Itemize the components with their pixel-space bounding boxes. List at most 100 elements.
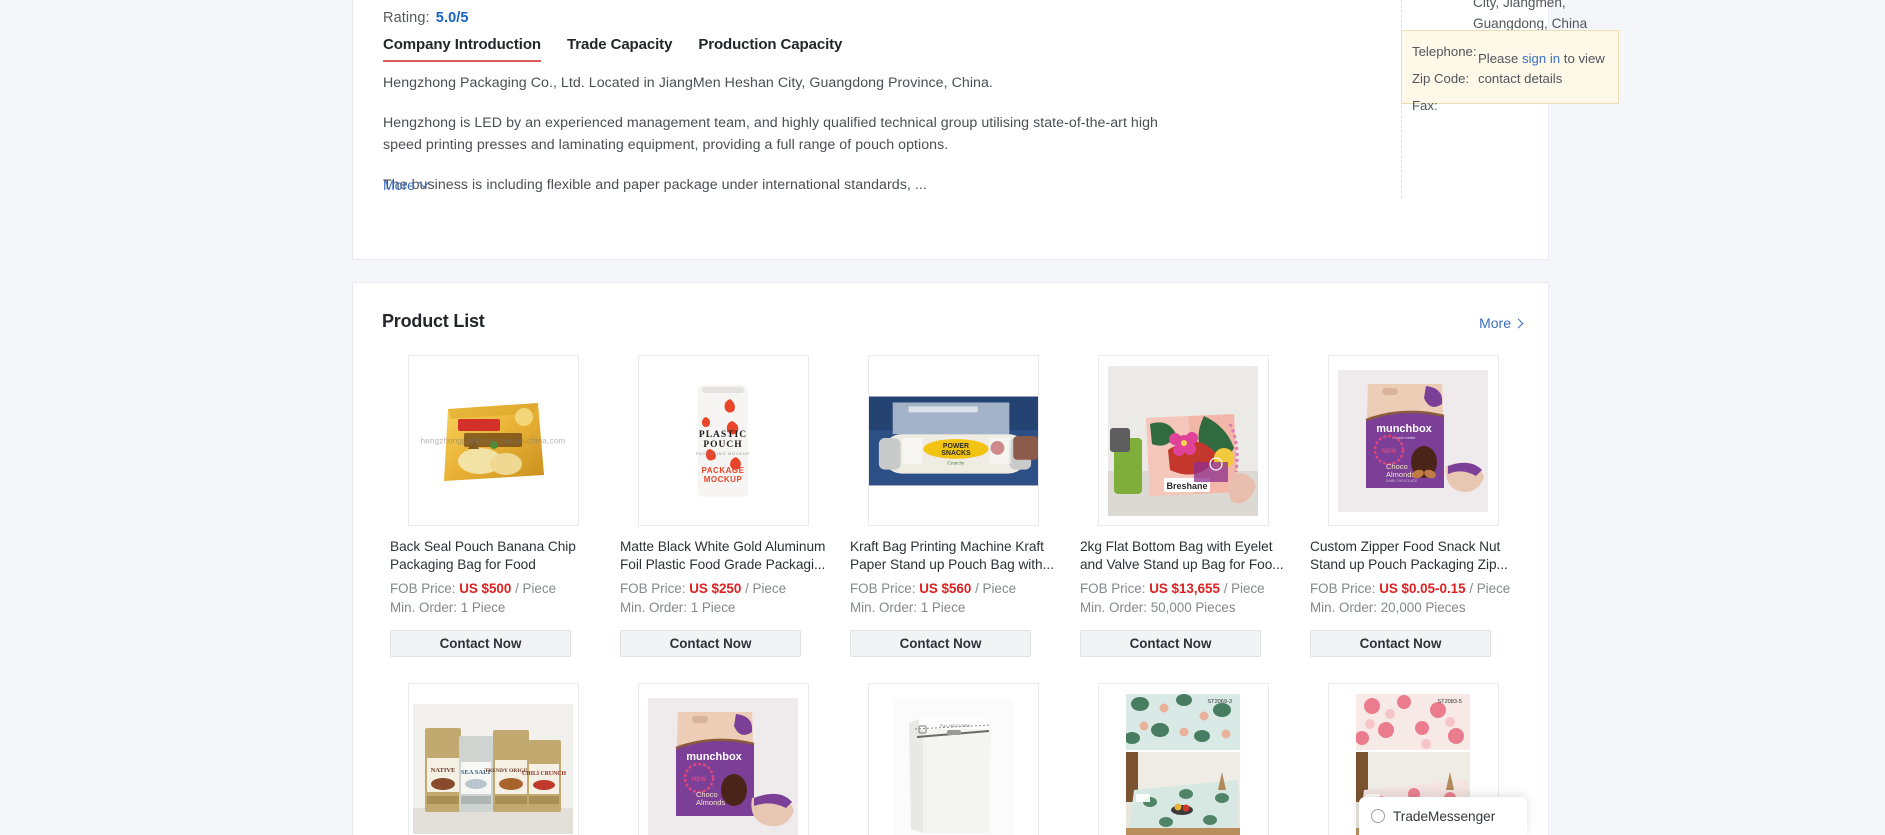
fax-label: Fax: (1412, 98, 1438, 113)
svg-text:ST2083-5: ST2083-5 (1437, 699, 1462, 705)
company-introduction-text: Hengzhong Packaging Co., Ltd. Located in… (383, 72, 1183, 196)
svg-text:Almonds: Almonds (696, 798, 725, 807)
price-unit-2: / Piece (745, 581, 787, 596)
contact-now-button-5[interactable]: Contact Now (1310, 630, 1491, 657)
intro-paragraph-1: Hengzhong Packaging Co., Ltd. Located in… (383, 75, 993, 91)
svg-text:CHILI CRUNCH: CHILI CRUNCH (522, 771, 566, 777)
intro-paragraph-2: Hengzhong is LED by an experienced manag… (383, 115, 1158, 153)
min-order-value-5: 20,000 Pieces (1380, 600, 1466, 615)
product-price-1: FOB Price: US $500 / Piece (390, 580, 596, 598)
product-card-3: POWER SNACKS Crunchy Kraft Bag Printing … (838, 355, 1068, 657)
product-image-6[interactable]: NATIVE SEA SALT TRENDY ORIGINAL CHILI CR… (407, 683, 579, 835)
min-order-label-4: Min. Order: (1080, 600, 1147, 615)
tablecloth-st2069-3-image: ST2069-3 (1099, 684, 1268, 835)
product-card-8: PULL TAB TO OPEN (838, 683, 1068, 835)
trade-messenger-label: TradeMessenger (1393, 808, 1496, 824)
price-value-3: US $560 (919, 581, 972, 596)
product-title-5[interactable]: Custom Zipper Food Snack Nut Stand up Po… (1310, 538, 1516, 573)
product-minorder-3: Min. Order: 1 Piece (850, 599, 1056, 617)
svg-text:PLASTIC: PLASTIC (699, 430, 747, 440)
product-title-4[interactable]: 2kg Flat Bottom Bag with Eyelet and Valv… (1080, 538, 1286, 573)
tab-trade-capacity[interactable]: Trade Capacity (567, 36, 672, 62)
page-title: Product List (382, 311, 485, 331)
svg-text:NEW: NEW (692, 777, 706, 783)
product-list-more-link[interactable]: More (1479, 315, 1524, 331)
intro-paragraph-3: The business is including flexible and p… (383, 177, 927, 193)
product-title-3[interactable]: Kraft Bag Printing Machine Kraft Paper S… (850, 538, 1056, 573)
product-minorder-2: Min. Order: 1 Piece (620, 599, 826, 617)
product-price-3: FOB Price: US $560 / Piece (850, 580, 1056, 598)
svg-text:Crunchy: Crunchy (947, 461, 965, 466)
tab-company-introduction[interactable]: Company Introduction (383, 36, 541, 62)
circle-icon (1371, 809, 1385, 823)
rating-label: Rating: (383, 10, 430, 26)
breshane-floral-bag-image: Breshane (1099, 356, 1268, 525)
product-title-1[interactable]: Back Seal Pouch Banana Chip Packaging Ba… (390, 538, 596, 573)
product-image-1[interactable]: hengzhongpack.en.made-in-china.com (407, 355, 579, 526)
product-minorder-1: Min. Order: 1 Piece (390, 599, 596, 617)
product-image-5[interactable]: munchbox munch better NEW Choco Almonds … (1327, 355, 1499, 526)
product-image-7[interactable]: munchbox NEW Choco Almonds (637, 683, 809, 835)
chevron-down-icon (418, 176, 430, 188)
white-flat-bottom-bag-image: PULL TAB TO OPEN (869, 684, 1038, 835)
contact-now-button-2[interactable]: Contact Now (620, 630, 801, 657)
product-card-2: PLASTIC POUCH PACKAGING MOCKUP PACKAGE M… (608, 355, 838, 657)
product-list-card: Product List More hengzhongpack.en.made-… (352, 282, 1549, 835)
product-card-7: munchbox NEW Choco Almonds (608, 683, 838, 835)
svg-text:PACKAGE: PACKAGE (702, 466, 745, 475)
munchbox-choco-almonds-image: munchbox munch better NEW Choco Almonds … (1329, 356, 1498, 525)
banana-chip-pouch-image (409, 356, 578, 525)
product-title-2[interactable]: Matte Black White Gold Aluminum Foil Pla… (620, 538, 826, 573)
contact-details-box: Telephone: Zip Code: Fax: Please sign in… (1401, 30, 1619, 113)
min-order-value-2: 1 Piece (690, 600, 736, 615)
price-unit-1: / Piece (515, 581, 557, 596)
power-snacks-roll-image: POWER SNACKS Crunchy (868, 356, 1038, 525)
svg-text:Almonds: Almonds (1386, 470, 1415, 479)
four-kraft-pouches-image: NATIVE SEA SALT TRENDY ORIGINAL CHILI CR… (409, 684, 578, 835)
contact-field-labels: Telephone: Zip Code: Fax: (1412, 38, 1477, 119)
svg-text:DARK CHOCOLATE: DARK CHOCOLATE (1386, 479, 1418, 483)
svg-text:MOCKUP: MOCKUP (704, 475, 743, 484)
min-order-label-3: Min. Order: (850, 600, 917, 615)
signin-prompt: Please sign in to view contact details (1478, 49, 1613, 89)
plastic-pouch-mockup-image: PLASTIC POUCH PACKAGING MOCKUP PACKAGE M… (639, 356, 808, 525)
product-card-5: munchbox munch better NEW Choco Almonds … (1298, 355, 1528, 657)
zipcode-label: Zip Code: (1412, 71, 1470, 86)
address-line-1: City, Jiangmen, (1473, 0, 1566, 10)
product-image-2[interactable]: PLASTIC POUCH PACKAGING MOCKUP PACKAGE M… (637, 355, 809, 526)
svg-text:SNACKS: SNACKS (941, 449, 971, 456)
svg-text:POUCH: POUCH (703, 440, 742, 450)
min-order-value-1: 1 Piece (460, 600, 506, 615)
company-more-toggle[interactable]: More (383, 176, 430, 193)
sign-in-link[interactable]: sign in (1522, 51, 1560, 66)
contact-now-button-4[interactable]: Contact Now (1080, 630, 1261, 657)
svg-text:PULL TAB TO OPEN: PULL TAB TO OPEN (940, 724, 970, 728)
price-unit-4: / Piece (1223, 581, 1265, 596)
svg-text:munchbox: munchbox (1376, 423, 1432, 435)
product-card-9: ST2069-3 (1068, 683, 1298, 835)
product-minorder-5: Min. Order: 20,000 Pieces (1310, 599, 1516, 617)
product-image-9[interactable]: ST2069-3 (1097, 683, 1269, 835)
company-address: City, Jiangmen, Guangdong, China (1473, 0, 1623, 34)
svg-text:NATIVE: NATIVE (431, 767, 456, 774)
product-card-6: NATIVE SEA SALT TRENDY ORIGINAL CHILI CR… (378, 683, 608, 835)
chevron-right-icon (1513, 318, 1524, 328)
product-price-5: FOB Price: US $0.05-0.15 / Piece (1310, 580, 1516, 598)
product-image-3[interactable]: POWER SNACKS Crunchy (867, 355, 1039, 526)
svg-text:PACKAGING MOCKUP: PACKAGING MOCKUP (696, 452, 750, 456)
contact-now-button-3[interactable]: Contact Now (850, 630, 1031, 657)
tab-production-capacity[interactable]: Production Capacity (698, 36, 842, 62)
product-image-8[interactable]: PULL TAB TO OPEN (867, 683, 1039, 835)
product-image-4[interactable]: Breshane (1097, 355, 1269, 526)
rating-row: Rating: 5.0/5 (383, 10, 469, 26)
trade-messenger-widget[interactable]: TradeMessenger (1359, 797, 1527, 835)
product-list-more-label: More (1479, 315, 1511, 331)
contact-now-button-1[interactable]: Contact Now (390, 630, 571, 657)
munchbox-choco-almonds-2-image: munchbox NEW Choco Almonds (639, 684, 808, 835)
page-root: Rating: 5.0/5 Company Introduction Trade… (0, 0, 1885, 835)
price-value-4: US $13,655 (1149, 581, 1220, 596)
svg-text:munchbox: munchbox (686, 751, 742, 763)
svg-text:NEW: NEW (1382, 449, 1396, 455)
rating-value[interactable]: 5.0/5 (436, 10, 469, 26)
price-unit-3: / Piece (975, 581, 1017, 596)
